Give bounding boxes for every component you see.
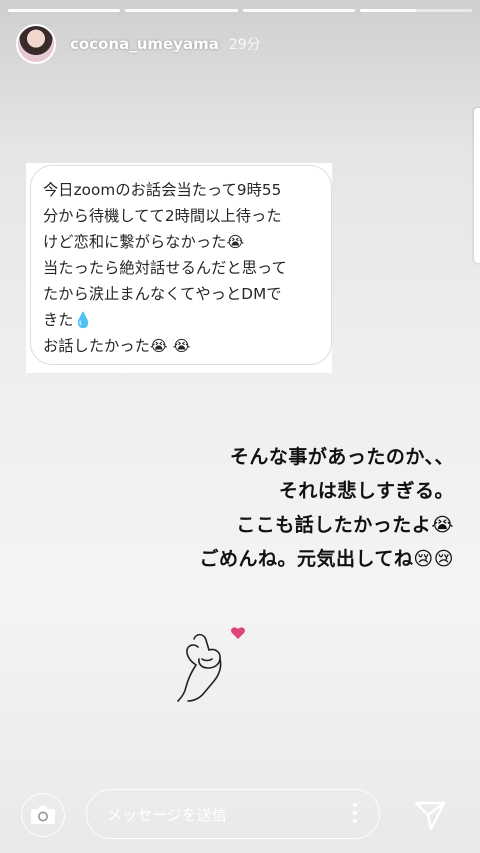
camera-icon [31,806,55,824]
dm-line: たから涙止まんなくてやっとDMで [43,285,282,303]
story-progress-bar [8,9,472,12]
next-story-edge[interactable] [474,108,480,263]
caption-line: ここも話したかったよ😭 [236,514,454,536]
progress-segment [8,9,121,12]
message-placeholder: メッセージを送信 [107,805,227,824]
more-options-icon[interactable] [353,803,357,827]
camera-button[interactable] [21,793,65,837]
dm-message-bubble: 今日zoomのお話会当たって9時55 分から待機してて2時間以上待った けど恋和… [30,165,332,365]
avatar[interactable] [16,24,56,64]
progress-segment [242,9,355,12]
story-header: cocona_umeyama 29分 [16,24,261,64]
caption-line: そんな事があったのか、、 [229,446,454,468]
dm-line: 分から待機してて2時間以上待った [43,207,282,225]
dm-line: きた💧 [43,311,93,329]
dm-line: 今日zoomのお話会当たって9時55 [43,181,282,199]
username[interactable]: cocona_umeyama [70,35,219,53]
message-input[interactable]: メッセージを送信 [86,789,380,839]
dm-line: お話したかった😭 😭 [43,337,191,355]
post-time: 29分 [228,37,261,53]
story-caption: そんな事があったのか、、 それは悲しすぎる。 ここも話したかったよ😭 ごめんね。… [199,440,454,576]
reply-bar: メッセージを送信 [0,783,480,853]
dm-line: けど恋和に繋がらなかった😭 [43,233,245,251]
dm-screenshot: 今日zoomのお話会当たって9時55 分から待機してて2時間以上待った けど恋和… [26,163,332,373]
caption-line: ごめんね。元気出してね😢😢 [199,548,454,570]
progress-segment [125,9,238,12]
dm-line: 当たったら絶対話せるんだと思って [43,259,287,277]
progress-segment-current [359,9,472,12]
caption-line: それは悲しすぎる。 [278,480,454,502]
send-icon[interactable] [412,797,448,833]
finger-heart-sticker [177,627,245,702]
